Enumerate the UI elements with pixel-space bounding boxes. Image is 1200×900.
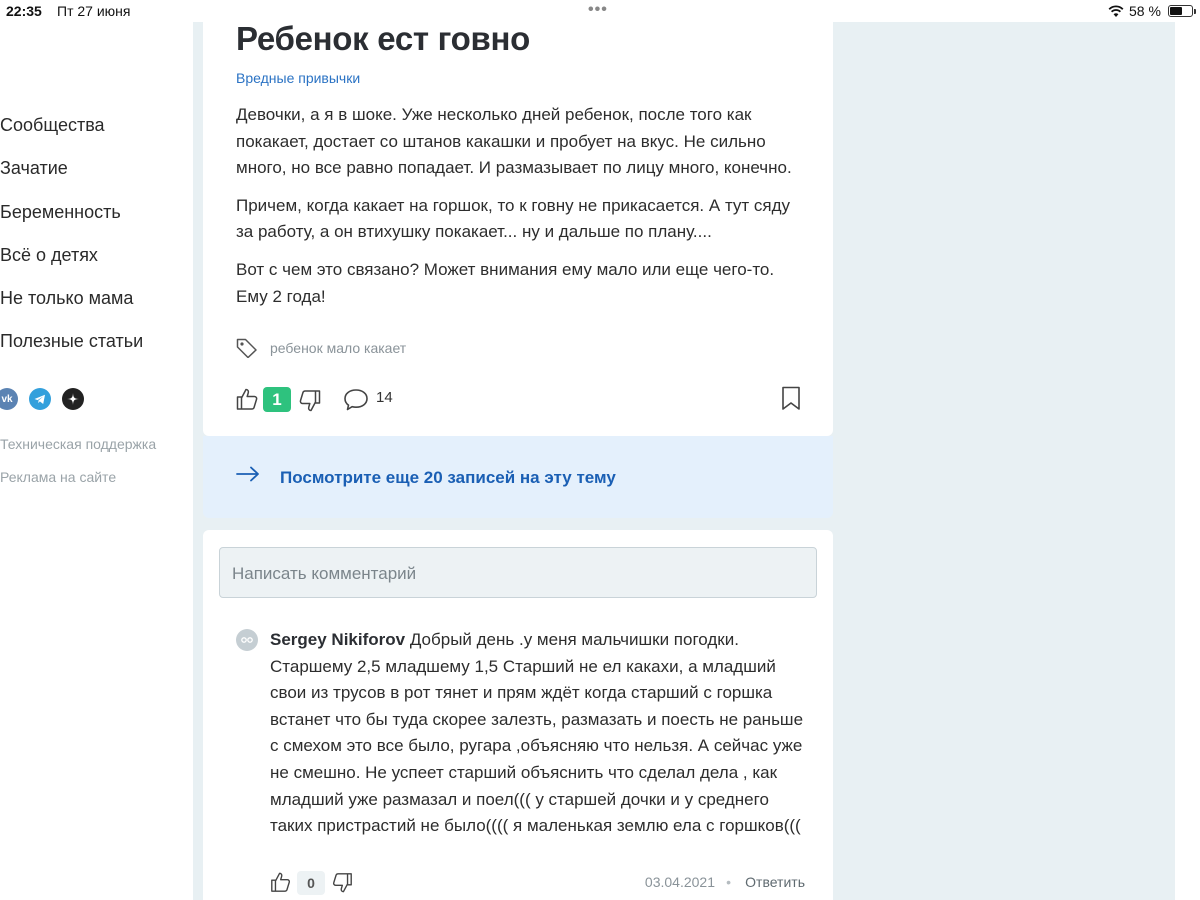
battery-cap [1194,9,1196,14]
post-paragraph: Причем, когда какает на горшок, то к гов… [236,195,791,242]
wifi-icon [1108,5,1124,17]
status-date: Пт 27 июня [57,3,131,19]
comment-date: 03.04.2021 [644,874,715,890]
post-paragraph: Девочки, а я в шоке. Уже несколько дней … [236,105,792,178]
post-category-link[interactable]: Вредные привычки [236,70,360,86]
thumbs-up-icon[interactable] [236,387,258,411]
post-body: Девочки, а я в шоке. Уже несколько дней … [236,102,806,321]
sidebar-item-pregnancy[interactable]: Беременность [0,197,190,240]
post-title: Ребенок ест говно [236,20,530,57]
post-actions: 1 14 [236,385,806,415]
arrow-right-icon [236,466,259,482]
status-time: 22:35 [6,3,42,19]
tag-icon [236,338,257,358]
thumbs-down-icon[interactable] [332,872,353,894]
sidebar-item-conception[interactable]: Зачатие [0,153,190,196]
comment-actions: 0 03.04.2021 • Ответить [270,871,805,897]
sidebar-item-articles[interactable]: Полезные статьи [0,326,190,369]
default-avatar-icon [241,637,253,643]
comment-likes-badge: 0 [297,871,325,895]
sidebar-item-communities[interactable]: Сообщества [0,110,190,153]
thumbs-down-icon[interactable] [299,389,321,413]
dzen-icon[interactable] [62,388,84,410]
telegram-icon[interactable] [29,388,51,410]
comments-section: Написать комментарий Sergey Nikiforov До… [203,530,833,900]
multitasking-dots-icon[interactable]: ••• [588,1,608,19]
ads-link[interactable]: Реклама на сайте [0,469,116,485]
sidebar-nav: Сообщества Зачатие Беременность Всё о де… [0,110,190,370]
post-paragraph: Вот с чем это связано? Может внимания ем… [236,259,775,306]
comment-input[interactable]: Написать комментарий [219,547,817,598]
more-posts-link[interactable]: Посмотрите еще 20 записей на эту тему [280,468,616,488]
comment-author[interactable]: Sergey Nikiforov [270,630,405,649]
post-card: Ребенок ест говно Вредные привычки Девоч… [203,0,833,436]
more-posts-banner[interactable]: Посмотрите еще 20 записей на эту тему [203,436,833,518]
reply-button[interactable]: Ответить [745,874,805,890]
thumbs-up-icon[interactable] [270,871,291,893]
vk-icon[interactable]: vk [0,388,18,410]
status-bar: 22:35 Пт 27 июня ••• 58 % [0,0,1200,22]
comments-count: 14 [376,389,393,406]
tag-link[interactable]: ребенок мало какает [270,340,406,356]
bookmark-icon[interactable] [781,386,801,411]
support-link[interactable]: Техническая поддержка [0,436,156,452]
sidebar-item-children[interactable]: Всё о детях [0,240,190,283]
avatar[interactable] [236,629,258,651]
separator-dot: • [726,874,731,890]
battery-icon [1168,5,1193,17]
comment-body: Добрый день .у меня мальчишки погодки. С… [270,630,804,836]
post-tags: ребенок мало какает [236,338,406,358]
likes-count-badge: 1 [263,387,291,412]
comment-icon[interactable] [343,388,369,412]
sidebar-item-not-only-mom[interactable]: Не только мама [0,283,190,326]
social-links: vk [0,388,84,410]
comment-text: Sergey Nikiforov Добрый день .у меня мал… [270,627,810,840]
battery-percent: 58 % [1129,3,1161,19]
